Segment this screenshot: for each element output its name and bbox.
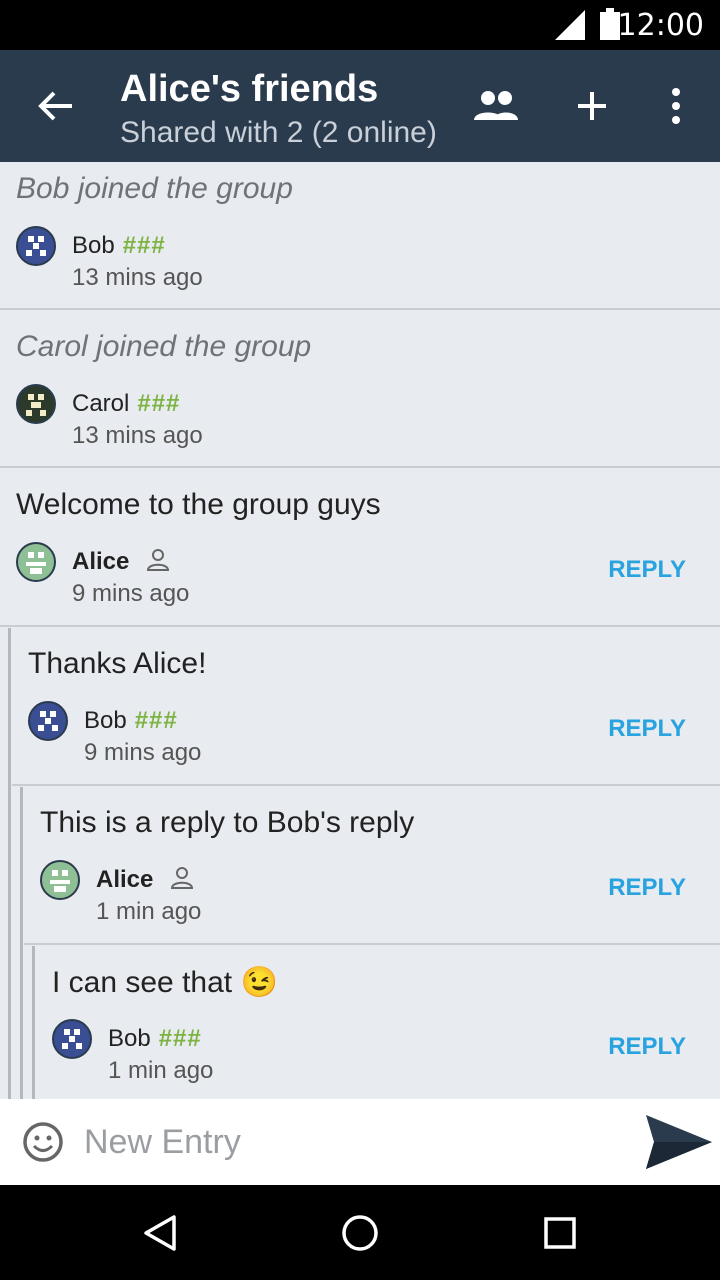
avatar — [40, 860, 80, 900]
list-item: Welcome to the group guys Alice 9 mins a… — [0, 468, 720, 627]
avatar — [16, 226, 56, 266]
message-text: Welcome to the group guys — [16, 488, 381, 521]
message-text: This is a reply to Bob's reply — [40, 806, 415, 839]
list-item: This is a reply to Bob's reply Alice 1 m… — [24, 786, 720, 945]
badge: ### — [137, 390, 181, 417]
badge: ### — [158, 1025, 202, 1052]
page-title: Alice's friends — [120, 68, 379, 110]
add-icon[interactable] — [576, 86, 608, 126]
avatar — [52, 1019, 92, 1059]
person-outline-icon — [147, 549, 170, 571]
thread-line — [20, 787, 23, 1099]
reply-button[interactable]: REPLY — [608, 556, 686, 584]
badge: ### — [134, 707, 178, 734]
timestamp: 1 min ago — [96, 898, 202, 925]
reply-button[interactable]: REPLY — [608, 1033, 686, 1061]
timestamp: 1 min ago — [108, 1057, 214, 1084]
author-name: Bob ### — [72, 232, 166, 259]
thread-line — [8, 628, 11, 1099]
emoji-icon[interactable] — [22, 1121, 64, 1163]
timestamp: 13 mins ago — [72, 264, 203, 291]
status-bar: 12:00 — [0, 0, 720, 50]
system-message: Carol joined the group — [16, 330, 312, 363]
overflow-menu-icon[interactable] — [668, 86, 684, 126]
list-item: I can see that 😉 Bob ### 1 min ago REPLY — [36, 945, 720, 1099]
avatar — [16, 542, 56, 582]
status-time: 12:00 — [617, 8, 704, 43]
signal-icon — [555, 10, 585, 40]
timestamp: 9 mins ago — [84, 739, 202, 766]
message-feed[interactable]: Bob joined the group Bob ### 13 mins ago … — [0, 162, 720, 1099]
new-entry-input[interactable]: New Entry — [84, 1123, 241, 1162]
message-text: Thanks Alice! — [28, 647, 207, 680]
nav-back-icon[interactable] — [140, 1213, 180, 1253]
reply-button[interactable]: REPLY — [608, 874, 686, 902]
nav-recents-icon[interactable] — [540, 1213, 580, 1253]
thread-line — [32, 946, 35, 1099]
system-message: Bob joined the group — [16, 172, 293, 205]
reply-button[interactable]: REPLY — [608, 715, 686, 743]
system-nav-bar — [0, 1185, 720, 1280]
avatar — [28, 701, 68, 741]
app-bar: Alice's friends Shared with 2 (2 online) — [0, 50, 720, 162]
badge: ### — [122, 232, 166, 259]
list-item: Bob joined the group Bob ### 13 mins ago — [0, 162, 720, 310]
list-item: Carol joined the group Carol ### 13 mins … — [0, 310, 720, 468]
nav-home-icon[interactable] — [340, 1213, 380, 1253]
back-arrow-icon[interactable] — [36, 86, 76, 126]
list-item: Thanks Alice! Bob ### 9 mins ago REPLY — [12, 627, 720, 786]
author-name: Carol ### — [72, 390, 181, 417]
send-icon[interactable] — [644, 1113, 714, 1171]
person-outline-icon — [171, 867, 194, 889]
avatar — [16, 384, 56, 424]
members-icon[interactable] — [472, 86, 520, 126]
author-name: Alice — [96, 866, 194, 894]
author-name: Alice — [72, 548, 170, 576]
page-subtitle: Shared with 2 (2 online) — [120, 116, 437, 149]
author-name: Bob ### — [108, 1025, 202, 1052]
author-name: Bob ### — [84, 707, 178, 734]
composer: New Entry — [0, 1099, 720, 1185]
timestamp: 13 mins ago — [72, 422, 203, 449]
message-text: I can see that 😉 — [52, 966, 278, 999]
timestamp: 9 mins ago — [72, 580, 190, 607]
